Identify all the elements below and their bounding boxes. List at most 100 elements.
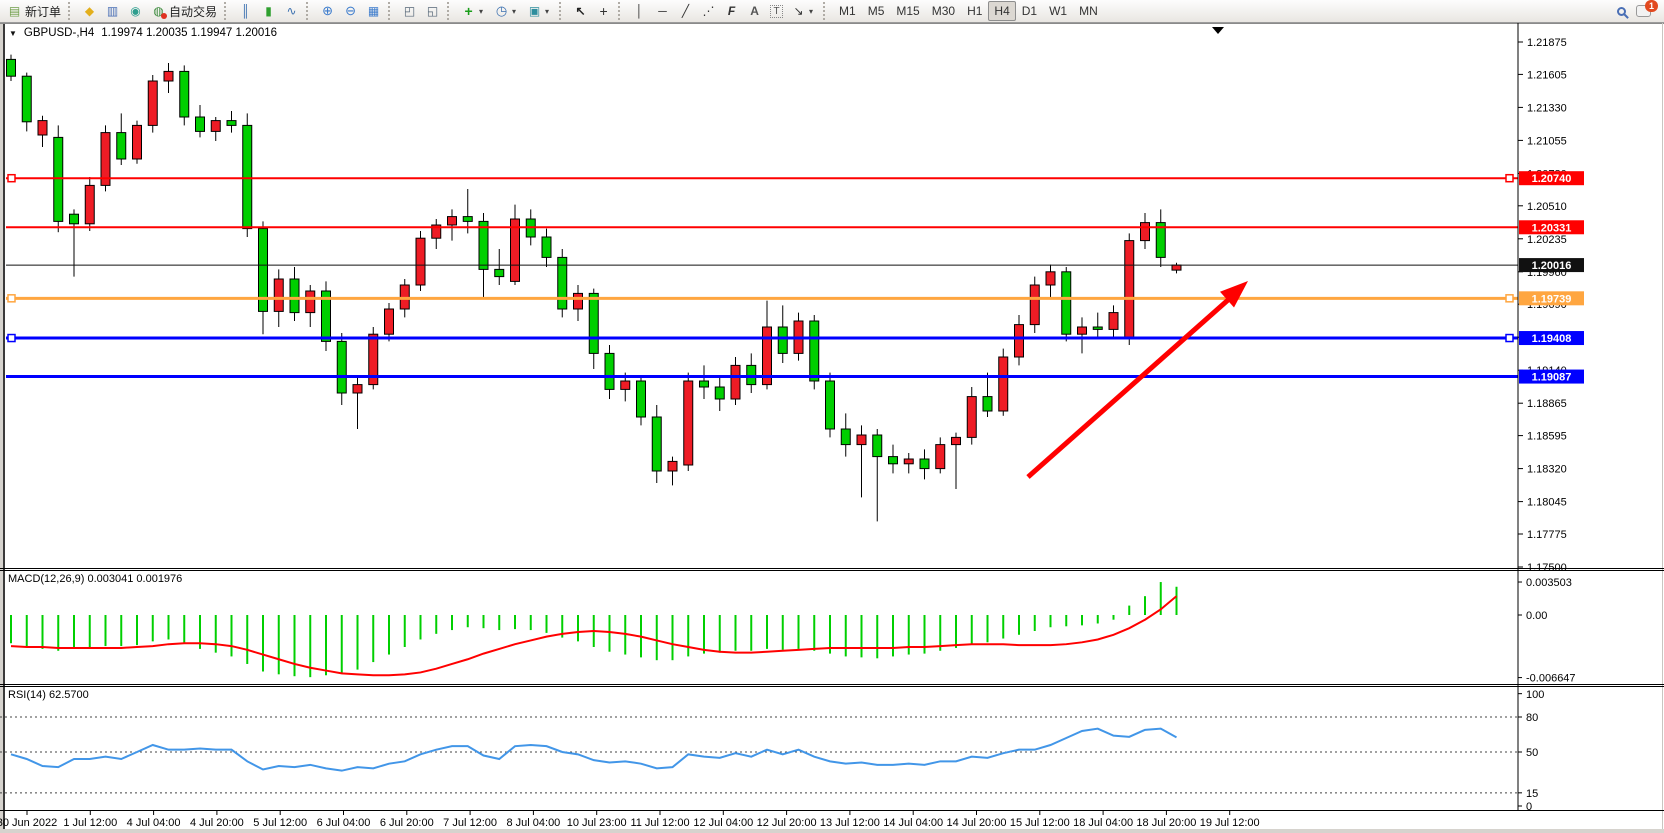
time-axis-label: 18 Jul 04:00 [1073,817,1133,829]
arrange-cascade-button[interactable]: ◰ [398,1,421,21]
periods-button[interactable]: ◷ ▾ [490,1,523,21]
data-window-button[interactable]: ◉ [124,1,147,21]
timeframe-button-m30[interactable]: M30 [926,1,961,21]
arrange-tile-icon: ◱ [425,1,440,21]
pivot-line-handle[interactable] [8,295,15,302]
macd-axis-label: 0.003503 [1526,577,1572,589]
resistance-line-1-handle[interactable] [1506,175,1513,182]
chevron-down-icon: ▾ [479,7,486,16]
shapes-button[interactable]: ↘ ▾ [787,1,820,21]
candle-body [542,237,551,257]
timeframe-button-h4[interactable]: H4 [988,1,1015,21]
price-axis-label: 1.21875 [1527,37,1567,49]
bar-chart-button[interactable]: ║ [234,1,257,21]
line-chart-button[interactable]: ∿ [280,1,303,21]
candle-body [952,437,961,444]
candle-body [133,125,142,159]
timeframe-button-w1[interactable]: W1 [1043,1,1073,21]
resistance-line-1-price-tag-label: 1.20740 [1532,173,1572,185]
timeframe-button-mn[interactable]: MN [1073,1,1104,21]
current-price-line-price-tag-label: 1.20016 [1532,260,1572,272]
text-button[interactable]: A [743,1,766,21]
timeframe-button-h1[interactable]: H1 [961,1,988,21]
crosshair-button[interactable]: + [592,1,615,21]
zoom-in-button[interactable]: ⊕ [316,1,339,21]
candle-body [747,365,756,384]
candle-body [1015,325,1024,357]
resistance-line-1-handle[interactable] [8,175,15,182]
candle-body [999,357,1008,411]
support-line-1-handle[interactable] [8,335,15,342]
chart-workspace: 1.218751.216051.213301.210551.207801.205… [0,23,1664,833]
timeframe-button-m1[interactable]: M1 [833,1,862,21]
arrange-tile-button[interactable]: ◱ [421,1,444,21]
new-order-button[interactable]: ▤ 新订单 [3,1,65,21]
channel-button[interactable]: ⋰ [697,1,720,21]
fibonacci-button[interactable]: F [720,1,743,21]
toolbar-grip [224,2,230,20]
timeframe-button-m15[interactable]: M15 [890,1,925,21]
trendline-button[interactable]: ╱ [674,1,697,21]
zoom-out-button[interactable]: ⊖ [339,1,362,21]
candle-body [841,429,850,445]
timeframe-button-d1[interactable]: D1 [1016,1,1043,21]
chart-title: ▼ GBPUSD-,H4 1.19974 1.20035 1.19947 1.2… [9,27,277,39]
add-chart-button[interactable]: + ▾ [457,1,490,21]
time-axis-label: 4 Jul 04:00 [127,817,181,829]
search-icon[interactable] [1617,7,1626,16]
notification-badge: 1 [1645,0,1658,12]
candle-body [621,381,630,389]
channel-icon: ⋰ [701,1,716,21]
candle-body [731,365,740,399]
zoom-in-icon: ⊕ [320,1,335,21]
arrange-cascade-icon: ◰ [402,1,417,21]
candle-body [274,279,283,311]
fibonacci-icon: F [724,1,739,21]
candle-body [148,81,157,125]
templates-button[interactable]: ▣ ▾ [523,1,556,21]
candle-body [337,341,346,393]
candle-body [117,133,126,159]
chart-canvas[interactable]: 1.218751.216051.213301.210551.207801.205… [0,23,1664,833]
chevron-down-icon: ▾ [545,7,552,16]
candle-body [936,445,945,469]
candle-body [873,435,882,457]
candle-body [920,459,929,469]
chart-shift-marker[interactable] [1212,27,1224,34]
time-axis-label: 6 Jul 04:00 [317,817,371,829]
trendline-icon: ╱ [678,1,693,21]
candle-body [637,381,646,417]
candlestick-chart-button[interactable]: ▮ [257,1,280,21]
chart-dropdown-icon[interactable]: ▼ [9,29,17,38]
price-axis-label: 1.21330 [1527,102,1567,114]
autotrading-button[interactable]: ◍ 自动交易 [147,1,221,21]
cursor-button[interactable]: ↖ [569,1,592,21]
market-watch-button[interactable]: ◆ [78,1,101,21]
timeframe-button-m5[interactable]: M5 [862,1,891,21]
zoom-out-icon: ⊖ [343,1,358,21]
horizontal-line-button[interactable]: ─ [651,1,674,21]
navigator-button[interactable]: ▥ [101,1,124,21]
periods-clock-icon: ◷ [494,1,509,21]
crosshair-icon: + [596,1,611,21]
macd-axis-label: 0.00 [1526,610,1547,622]
rsi-axis-label: 15 [1526,788,1538,800]
candle-body [211,121,220,132]
text-label-button[interactable]: T [766,1,787,21]
candle-body [511,219,520,281]
tile-windows-button[interactable]: ▦ [362,1,385,21]
candle-body [1109,313,1118,330]
price-axis-label: 1.18320 [1527,464,1567,476]
candle-body [652,417,661,471]
main-toolbar: ▤ 新订单 ◆ ▥ ◉ ◍ 自动交易 ║ ▮ ∿ ⊕ ⊖ ▦ ◰ ◱ + ▾ [0,0,1664,23]
notifications-icon[interactable]: 1 [1636,5,1651,17]
shapes-icon: ↘ [791,1,806,21]
chart-ohlc-values: 1.19974 1.20035 1.19947 1.20016 [101,27,277,39]
vertical-line-button[interactable]: │ [628,1,651,21]
support-line-1-handle[interactable] [1506,335,1513,342]
left-window-edge [0,23,3,833]
candle-body [1046,272,1055,285]
time-axis-label: 7 Jul 12:00 [443,817,497,829]
pivot-line-handle[interactable] [1506,295,1513,302]
toolbar-grip [618,2,624,20]
